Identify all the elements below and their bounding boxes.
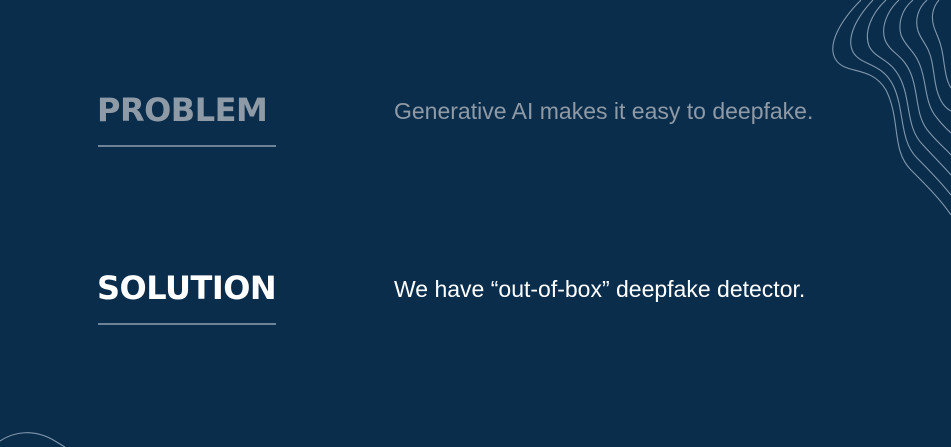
slide-canvas: PROBLEM Generative AI makes it easy to d…	[0, 0, 951, 447]
topographic-lines-decoration-top-right	[832, 0, 951, 216]
solution-statement: We have “out-of-box” deepfake detector.	[394, 276, 806, 302]
problem-underline	[98, 145, 276, 147]
topographic-lines-decoration-bottom-left	[0, 432, 66, 447]
problem-heading: PROBLEM	[97, 91, 268, 129]
solution-heading: SOLUTION	[97, 269, 277, 307]
problem-statement: Generative AI makes it easy to deepfake.	[394, 98, 814, 124]
solution-underline	[98, 323, 276, 325]
